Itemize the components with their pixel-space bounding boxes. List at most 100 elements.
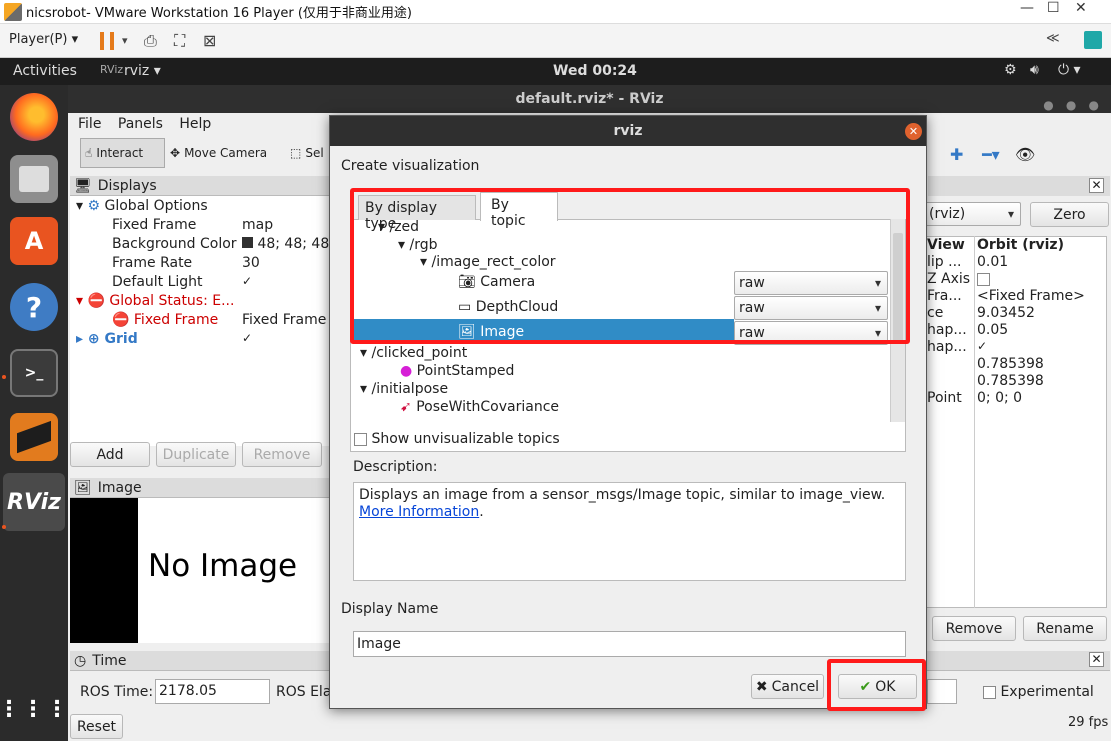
unity-icon[interactable]: ⊠ <box>203 31 216 50</box>
view-prop-checkbox[interactable]: ✓ <box>977 339 987 353</box>
remove-display-button[interactable]: Remove <box>242 442 322 467</box>
ubuntu-dock: A ? >_ RViz ⋮⋮⋮ <box>0 85 68 741</box>
software-icon[interactable]: A <box>10 217 58 265</box>
menu-file[interactable]: File <box>78 116 101 132</box>
view-prop-label: lip ... <box>927 254 962 270</box>
tree-item-pointstamped[interactable]: ● PointStamped <box>400 363 514 379</box>
display-name-input[interactable]: Image <box>353 631 906 657</box>
rename-view-button[interactable]: Rename <box>1023 616 1107 641</box>
experimental-checkbox[interactable]: Experimental <box>983 684 1094 700</box>
view-prop-value[interactable]: 0.785398 <box>977 356 1044 372</box>
fixed-frame-value[interactable]: map <box>242 217 273 233</box>
view-prop-label: hap... <box>927 339 967 355</box>
grid-checkbox[interactable]: ✓ <box>242 331 252 345</box>
view-prop-value[interactable]: 9.03452 <box>977 305 1035 321</box>
view-prop-label: Fra... <box>927 288 962 304</box>
tree-row-global-status[interactable]: ▾ ⛔ Global Status: E... <box>76 293 234 309</box>
wall-elapsed-field[interactable] <box>927 679 957 704</box>
running-indicator <box>2 525 6 529</box>
displays-title: Displays <box>97 177 157 194</box>
zero-button[interactable]: Zero <box>1030 202 1109 227</box>
terminal-icon[interactable]: >_ <box>10 349 58 397</box>
fullscreen-icon[interactable]: ⛶ <box>174 31 185 51</box>
eye-icon[interactable]: 👁︎ <box>1015 145 1035 164</box>
view-prop-value[interactable]: <Fixed Frame> <box>977 288 1085 304</box>
rviz-window-title: default.rviz* - RViz <box>515 91 664 107</box>
pause-icon[interactable] <box>100 32 114 50</box>
image-panel-header: 🖼︎ Image <box>70 478 330 498</box>
interact-tool-button[interactable]: ☝ Interact <box>80 138 165 168</box>
grid-icon: ⊕ <box>87 331 100 347</box>
remove-view-button[interactable]: Remove <box>932 616 1016 641</box>
remove-tool-icon[interactable]: ━▾ <box>982 145 1000 164</box>
description-label: Description: <box>353 459 438 475</box>
rviz-dock-icon[interactable]: RViz <box>3 473 65 531</box>
app-menu[interactable]: rviz ▾ <box>124 63 161 79</box>
maximize-icon[interactable]: ☐ <box>1047 0 1060 16</box>
power-icon[interactable]: ⏻ ▾ <box>1058 62 1081 78</box>
view-prop-value[interactable]: 0.01 <box>977 254 1008 270</box>
tree-item-posewithcovariance[interactable]: ➹ PoseWithCovariance <box>400 399 559 415</box>
tree-row-grid[interactable]: ▸ ⊕ Grid <box>76 331 138 347</box>
tree-topic-initialpose[interactable]: ▾ /initialpose <box>360 381 448 397</box>
background-color-value[interactable]: 48; 48; 48 <box>242 236 329 252</box>
point-icon: ● <box>400 363 413 379</box>
tree-row-frame-rate[interactable]: Frame Rate <box>112 255 192 271</box>
close-panel-icon[interactable]: ✕ <box>1089 178 1104 193</box>
vmware-tools-icon[interactable] <box>10 413 58 461</box>
network-icon[interactable]: ⚙ <box>1004 62 1017 78</box>
cancel-button[interactable]: ✖ Cancel <box>751 674 824 699</box>
help-icon[interactable]: ? <box>10 283 58 331</box>
app-grid-icon[interactable]: ⋮⋮⋮ <box>0 685 68 733</box>
send-keys-icon[interactable]: ⎙ <box>144 31 157 51</box>
display-name-label: Display Name <box>341 601 439 617</box>
firefox-icon[interactable] <box>10 93 58 141</box>
menu-help[interactable]: Help <box>179 116 211 132</box>
tree-row-default-light[interactable]: Default Light <box>112 274 203 290</box>
view-prop-value[interactable]: 0.785398 <box>977 373 1044 389</box>
minimize-icon[interactable]: — <box>1020 0 1034 16</box>
select-icon: ⬚ <box>290 146 302 160</box>
view-prop-value[interactable]: 0; 0; 0 <box>977 390 1022 406</box>
menu-panels[interactable]: Panels <box>118 116 163 132</box>
ros-time-label: ROS Time: <box>80 684 154 700</box>
move-camera-icon: ✥ <box>170 146 181 160</box>
close-icon[interactable]: ✕ <box>905 123 922 140</box>
view-type-select[interactable]: (rviz) <box>924 202 1021 226</box>
select-tool-button[interactable]: ⬚ Sel <box>290 138 324 168</box>
default-light-checkbox[interactable]: ✓ <box>242 274 252 288</box>
tree-row-fixed-frame[interactable]: Fixed Frame <box>112 217 196 233</box>
move-camera-tool-button[interactable]: ✥ Move Camera <box>170 138 267 168</box>
frame-rate-value[interactable]: 30 <box>242 255 260 271</box>
tree-topic-clicked-point[interactable]: ▾ /clicked_point <box>360 345 467 361</box>
tree-row-global-options[interactable]: ▾ ⚙ Global Options <box>76 198 208 214</box>
add-display-button[interactable]: Add <box>70 442 150 467</box>
view-prop-checkbox[interactable] <box>977 271 990 287</box>
view-prop-label: ce <box>927 305 944 321</box>
close-panel-icon[interactable]: ✕ <box>1089 652 1104 667</box>
activities-button[interactable]: Activities <box>13 63 77 79</box>
player-menu[interactable]: Player(P) ▾ <box>9 32 78 47</box>
add-tool-icon[interactable]: ✚ <box>950 145 963 164</box>
cancel-icon: ✖ <box>755 678 768 695</box>
volume-icon[interactable]: 🔊︎ <box>1030 62 1039 78</box>
view-header-value: Orbit (rviz) <box>977 237 1064 253</box>
dialog-title: rviz <box>330 116 926 146</box>
ros-time-field[interactable]: 2178.05 <box>155 679 270 704</box>
close-icon[interactable]: ✕ <box>1075 0 1087 16</box>
chevron-down-icon[interactable]: ▾ <box>122 34 128 47</box>
files-icon[interactable] <box>10 155 58 203</box>
view-prop-value[interactable]: 0.05 <box>977 322 1008 338</box>
displays-panel-header: 🖥︎ Displays <box>70 176 330 196</box>
collapse-icon[interactable]: ≪ <box>1046 31 1060 46</box>
create-visualization-dialog: rviz ✕ Create visualization By display t… <box>329 115 927 711</box>
duplicate-display-button[interactable]: Duplicate <box>156 442 236 467</box>
more-information-link[interactable]: More Information <box>359 504 479 520</box>
show-unvisualizable-checkbox[interactable]: Show unvisualizable topics <box>354 431 560 447</box>
image-view-black <box>70 498 138 643</box>
tree-row-fixed-frame-error[interactable]: ⛔ Fixed Frame <box>112 312 218 328</box>
clock[interactable]: Wed 00:24 <box>553 63 637 79</box>
tree-row-background-color[interactable]: Background Color <box>112 236 237 252</box>
notes-icon[interactable] <box>1084 31 1102 49</box>
reset-button[interactable]: Reset <box>70 714 123 739</box>
